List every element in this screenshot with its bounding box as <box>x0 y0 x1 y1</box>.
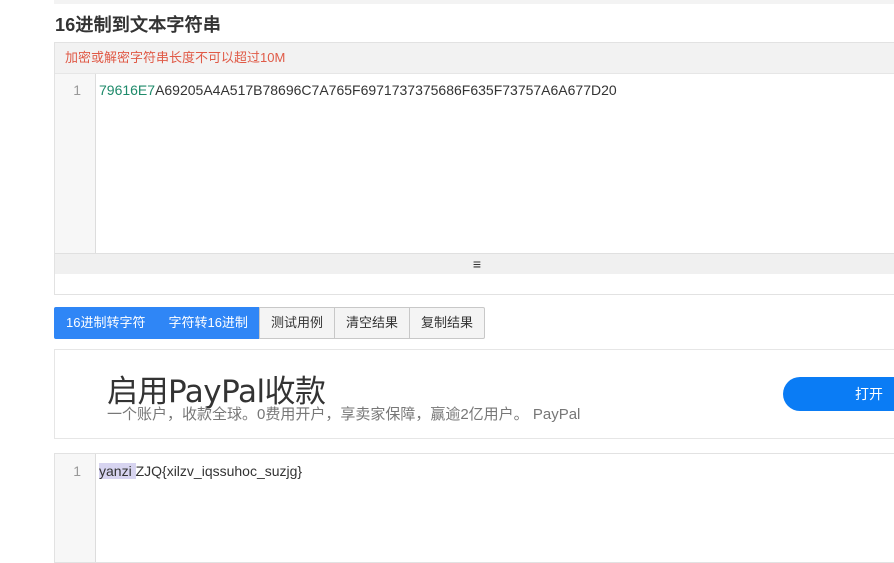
top-divider <box>54 0 894 4</box>
page-title: 16进制到文本字符串 <box>55 15 222 35</box>
copy-result-button[interactable]: 复制结果 <box>408 307 485 339</box>
input-editor[interactable]: 1 79616E7A69205A4A517B78696C7A765F697173… <box>55 74 894 274</box>
input-hint: 加密或解密字符串长度不可以超过10M <box>55 43 894 74</box>
ad-subtitle: 一个账户，收款全球。0费用开户，享卖家保障，赢逾2亿用户。 PayPal <box>107 406 581 423</box>
selected-text: yanzi <box>99 463 136 479</box>
editor-resize-handle[interactable]: ≡ <box>55 253 894 274</box>
result-text: ZJQ{xilzv_iqssuhoc_suzjg} <box>135 463 303 479</box>
test-example-button[interactable]: 测试用例 <box>258 307 335 339</box>
result-code-line[interactable]: yanzi ZJQ{xilzv_iqssuhoc_suzjg} <box>99 463 302 479</box>
ad-open-button[interactable]: 打开 <box>783 377 894 411</box>
line-gutter: 1 <box>55 454 96 562</box>
code-token: A69205A4A517B78696C7A765F6971737375686F6… <box>155 82 617 98</box>
menu-lines-icon: ≡ <box>472 256 482 272</box>
line-gutter: 1 <box>55 74 96 274</box>
input-panel: 加密或解密字符串长度不可以超过10M 1 79616E7A69205A4A517… <box>54 42 894 295</box>
hex-to-text-button[interactable]: 16进制转字符 <box>54 307 158 339</box>
text-to-hex-button[interactable]: 字符转16进制 <box>156 307 260 339</box>
code-token-highlight: 79616E7 <box>99 82 156 98</box>
action-button-group: 16进制转字符 字符转16进制 测试用例 清空结果 复制结果 <box>54 307 485 339</box>
result-editor[interactable]: 1 yanzi ZJQ{xilzv_iqssuhoc_suzjg} <box>54 453 894 563</box>
line-number: 1 <box>73 463 81 479</box>
input-code-line[interactable]: 79616E7A69205A4A517B78696C7A765F69717373… <box>99 82 617 98</box>
line-number: 1 <box>73 82 81 98</box>
clear-result-button[interactable]: 清空结果 <box>333 307 410 339</box>
paypal-ad-banner[interactable]: 启用PayPal收款 一个账户，收款全球。0费用开户，享卖家保障，赢逾2亿用户。… <box>54 349 894 439</box>
